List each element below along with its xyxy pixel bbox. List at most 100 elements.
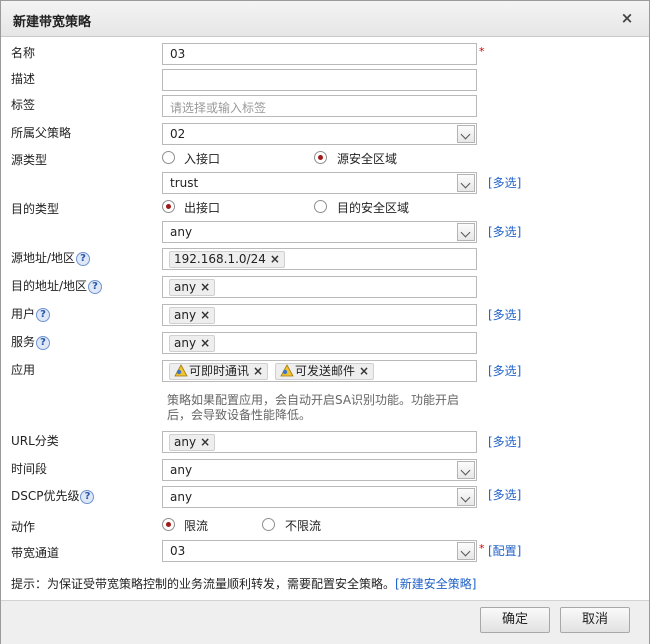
chevron-down-icon[interactable] — [457, 125, 475, 143]
configure-link[interactable]: [配置] — [488, 542, 521, 559]
description-input[interactable] — [162, 69, 477, 91]
chevron-down-icon[interactable] — [457, 542, 475, 560]
time-range-value: any — [170, 463, 193, 477]
parent-policy-select[interactable]: 02 — [162, 123, 477, 145]
radio-rate-limit-label: 限流 — [184, 519, 209, 533]
service-label: 服务? — [11, 333, 51, 350]
source-zone-select[interactable]: trust — [162, 172, 477, 194]
source-address-label-text: 源地址/地区 — [11, 251, 76, 265]
time-range-select[interactable]: any — [162, 459, 477, 481]
close-icon[interactable]: × — [200, 308, 210, 323]
chip-label: any — [174, 308, 197, 322]
user-label-text: 用户 — [11, 307, 36, 321]
chevron-down-icon[interactable] — [457, 461, 475, 479]
chip-label: any — [174, 280, 197, 294]
chip-label: 192.168.1.0/24 — [174, 252, 266, 266]
required-mark: * — [479, 45, 485, 58]
source-zone-multi-select-link[interactable]: [多选] — [488, 174, 521, 191]
bandwidth-channel-value: 03 — [170, 544, 186, 558]
source-address-label: 源地址/地区? — [11, 249, 91, 266]
radio-inbound-interface-label: 入接口 — [184, 152, 221, 166]
close-icon[interactable]: × — [253, 364, 263, 379]
dialog-footer: 确定 取消 — [1, 600, 649, 644]
service-input[interactable]: any × — [162, 332, 477, 354]
application-note: 策略如果配置应用，会自动开启SA识别功能。功能开启后，会导致设备性能降低。 — [167, 393, 460, 422]
chip-label: 可即时通讯 — [189, 364, 250, 378]
user-chip: any × — [169, 307, 216, 324]
dscp-label-text: DSCP优先级 — [11, 489, 80, 503]
dscp-select[interactable]: any — [162, 486, 477, 508]
radio-outbound-interface-label: 出接口 — [184, 201, 221, 215]
chip-label: any — [174, 336, 197, 350]
new-security-policy-link[interactable]: [新建安全策略] — [395, 577, 476, 591]
close-icon[interactable]: × — [270, 252, 280, 267]
user-multi-select-link[interactable]: [多选] — [488, 306, 521, 323]
action-label: 动作 — [11, 520, 36, 534]
bandwidth-channel-label: 带宽通道 — [11, 546, 60, 560]
url-category-chip: any × — [169, 434, 216, 451]
source-address-chip: 192.168.1.0/24 × — [169, 251, 285, 268]
parent-policy-value: 02 — [170, 127, 186, 141]
help-icon[interactable]: ? — [76, 251, 91, 266]
url-category-input[interactable]: any × — [162, 431, 477, 453]
source-address-input[interactable]: 192.168.1.0/24 × — [162, 248, 477, 270]
required-mark: * — [479, 542, 485, 555]
service-label-text: 服务 — [11, 335, 36, 349]
radio-inbound-interface[interactable] — [162, 151, 175, 164]
name-label: 名称 — [11, 46, 36, 60]
parent-policy-label: 所属父策略 — [11, 126, 72, 140]
close-icon[interactable]: × — [619, 10, 635, 26]
radio-no-limit-label: 不限流 — [285, 519, 322, 533]
close-icon[interactable]: × — [359, 364, 369, 379]
url-category-label: URL分类 — [11, 434, 59, 448]
radio-no-limit[interactable] — [262, 518, 275, 531]
bandwidth-channel-select[interactable]: 03 — [162, 540, 477, 562]
name-value: 03 — [170, 47, 186, 61]
service-chip: any × — [169, 335, 216, 352]
help-icon[interactable]: ? — [36, 307, 51, 322]
time-range-label: 时间段 — [11, 462, 48, 476]
chevron-down-icon[interactable] — [457, 488, 475, 506]
outbound-interface-select[interactable]: any — [162, 221, 477, 243]
cancel-button[interactable]: 取消 — [560, 607, 630, 633]
close-icon[interactable]: × — [200, 280, 210, 295]
chevron-down-icon[interactable] — [457, 174, 475, 192]
radio-dest-zone[interactable] — [314, 200, 327, 213]
dest-address-label-text: 目的地址/地区 — [11, 279, 88, 293]
dest-address-input[interactable]: any × — [162, 276, 477, 298]
tag-input[interactable]: 请选择或输入标签 — [162, 95, 477, 117]
application-multi-select-link[interactable]: [多选] — [488, 362, 521, 379]
url-category-multi-select-link[interactable]: [多选] — [488, 433, 521, 450]
ok-button[interactable]: 确定 — [480, 607, 550, 633]
application-label: 应用 — [11, 363, 36, 377]
dialog-title: 新建带宽策略 — [13, 15, 92, 30]
chip-label: 可发送邮件 — [295, 364, 356, 378]
tag-label: 标签 — [11, 98, 36, 112]
help-icon[interactable]: ? — [36, 335, 51, 350]
radio-source-zone[interactable] — [314, 151, 327, 164]
radio-source-zone-label: 源安全区域 — [337, 152, 398, 166]
close-icon[interactable]: × — [200, 336, 210, 351]
help-icon[interactable]: ? — [80, 489, 95, 504]
dscp-value: any — [170, 490, 193, 504]
radio-outbound-interface[interactable] — [162, 200, 175, 213]
chevron-down-icon[interactable] — [457, 223, 475, 241]
security-policy-tip: 提示：为保证受带宽策略控制的业务流量顺利转发，需要配置安全策略。[新建安全策略] — [11, 575, 476, 592]
radio-rate-limit[interactable] — [162, 518, 175, 531]
source-type-label: 源类型 — [11, 153, 48, 167]
application-chip-im: 可即时通讯 × — [169, 363, 269, 380]
user-label: 用户? — [11, 305, 51, 322]
close-icon[interactable]: × — [200, 435, 210, 450]
tag-placeholder: 请选择或输入标签 — [170, 101, 267, 115]
dest-multi-select-link[interactable]: [多选] — [488, 223, 521, 240]
name-input[interactable]: 03 — [162, 43, 477, 65]
new-bandwidth-policy-dialog: 新建带宽策略 × 名称 03 * 描述 标签 请选择或输入标签 所属父策略 02… — [0, 0, 650, 644]
help-icon[interactable]: ? — [88, 279, 103, 294]
application-input[interactable]: 可即时通讯 × 可发送邮件 × — [162, 360, 477, 382]
user-input[interactable]: any × — [162, 304, 477, 326]
dialog-body: 名称 03 * 描述 标签 请选择或输入标签 所属父策略 02 源类型 入接口 … — [1, 37, 649, 600]
dest-address-label: 目的地址/地区? — [11, 277, 103, 294]
source-zone-value: trust — [170, 176, 199, 190]
dscp-multi-select-link[interactable]: [多选] — [488, 486, 521, 503]
application-chip-mail: 可发送邮件 × — [275, 363, 375, 380]
